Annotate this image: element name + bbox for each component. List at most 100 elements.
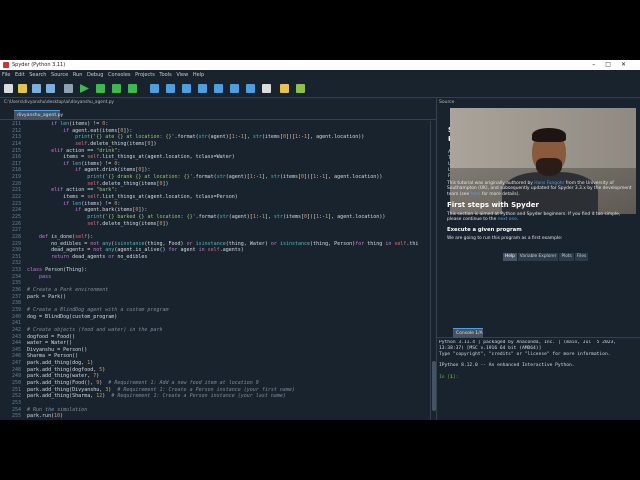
menu-tools[interactable]: Tools — [159, 72, 171, 78]
save-all-icon[interactable] — [46, 84, 55, 93]
code-lines[interactable]: if len(items) != 0: if agent.eat(items[0… — [27, 121, 427, 420]
stop-debug-icon[interactable] — [230, 84, 239, 93]
code-line[interactable]: park.add_thing(dog, 1) — [27, 360, 427, 367]
code-line[interactable]: dead_agents = not any(agent.is_alive() f… — [27, 247, 427, 254]
link-here[interactable]: here — [471, 192, 481, 197]
code-line[interactable]: elif action == "bark": — [27, 187, 427, 194]
code-line[interactable]: park.add_thing(Food(), 9) # Requirement … — [27, 380, 427, 387]
tab-divyanshu-agent[interactable]: divyanshu_agent.py — [14, 110, 63, 120]
line-number: 239 — [11, 306, 21, 313]
code-line[interactable]: park.run(10) — [27, 413, 427, 420]
code-line[interactable]: class Person(Thing): — [27, 267, 427, 274]
code-line[interactable]: print('{} drank {} at location: {}'.form… — [27, 174, 427, 181]
continue-icon[interactable] — [214, 84, 223, 93]
run-cell-advance-icon[interactable] — [112, 84, 121, 93]
code-line[interactable]: print('{} barked {} at location: {}'.for… — [27, 214, 427, 221]
menu-consoles[interactable]: Consoles — [108, 72, 130, 78]
code-line[interactable]: items = self.list_things_at(agent.locati… — [27, 154, 427, 161]
menu-file[interactable]: File — [2, 72, 10, 78]
code-line[interactable]: if agent.drink(items[0]): — [27, 167, 427, 174]
code-line[interactable]: if len(items) != 0: — [27, 121, 427, 128]
help-para-run: We are going to run this program as a fi… — [447, 236, 563, 242]
code-line[interactable]: if len(items) != 0: — [27, 161, 427, 168]
save-icon[interactable] — [32, 84, 41, 93]
ipython-console[interactable]: Python 3.11.4 | packaged by Anaconda, In… — [439, 340, 637, 420]
code-line[interactable]: self.delete_thing(items[0]) — [27, 141, 427, 148]
code-line[interactable]: dog = BlindDog(custom_program) — [27, 314, 427, 321]
code-line[interactable] — [27, 300, 427, 307]
code-line[interactable]: if len(items) != 0: — [27, 201, 427, 208]
tab-variable-explorer[interactable]: Variable Explorer — [517, 253, 559, 261]
preferences-wrench-icon[interactable] — [262, 84, 271, 93]
step-return-icon[interactable] — [198, 84, 207, 93]
console-output: Python 3.11.4 | packaged by Anaconda, In… — [439, 340, 637, 375]
run-icon[interactable] — [80, 84, 89, 93]
line-number-gutter: 211 212 213 214 215 216 217 218 219 220 221 222 223 2… — [0, 121, 24, 420]
code-line[interactable]: # Create objects (food and water) in the… — [27, 327, 427, 334]
code-line[interactable] — [27, 320, 427, 327]
code-line[interactable]: if agent.bark(items[0]): — [27, 207, 427, 214]
run-cell-icon[interactable] — [96, 84, 105, 93]
line-number: 241 — [11, 320, 21, 327]
code-line[interactable]: # Run the simulation — [27, 407, 427, 414]
code-line[interactable]: no_edibles = not any(isinstance(thing, F… — [27, 241, 427, 248]
menu-debug[interactable]: Debug — [87, 72, 103, 78]
code-line[interactable] — [27, 400, 427, 407]
code-line[interactable]: return dead_agents or no_edibles — [27, 254, 427, 261]
code-line[interactable]: park.add_thing(water, 7) — [27, 373, 427, 380]
line-number: 249 — [11, 373, 21, 380]
menu-source[interactable]: Source — [51, 72, 68, 78]
code-line[interactable]: # Create a BlindDog agent with a custom … — [27, 307, 427, 314]
code-line[interactable]: elif action == "drink": — [27, 148, 427, 155]
tab-plots[interactable]: Plots — [559, 253, 574, 261]
maximize-pane-icon[interactable] — [246, 84, 255, 93]
menu-search[interactable]: Search — [29, 72, 46, 78]
code-line[interactable]: def is_done(self): — [27, 234, 427, 241]
preferences-icon[interactable] — [64, 84, 73, 93]
code-line[interactable]: water = Water() — [27, 340, 427, 347]
link-next-one[interactable]: next one — [498, 217, 517, 222]
line-number: 211 — [11, 121, 21, 127]
menu-edit[interactable]: Edit — [15, 72, 25, 78]
code-line[interactable] — [27, 227, 427, 234]
working-path[interactable]: C:\Users\divyanshu\desktop\ai\divyanshu_… — [0, 98, 436, 108]
debug-icon[interactable] — [150, 84, 159, 93]
code-line[interactable]: park.add_thing(dogfood, 5) — [27, 367, 427, 374]
code-line[interactable]: # Create a Park environment — [27, 287, 427, 294]
code-line[interactable]: dogfood = Food() — [27, 334, 427, 341]
step-icon[interactable] — [166, 84, 175, 93]
line-number: 217 — [11, 160, 21, 167]
line-number: 236 — [11, 287, 21, 294]
menu-view[interactable]: View — [176, 72, 188, 78]
tab-console-1a[interactable]: Console 1/A — [453, 328, 483, 338]
code-editor[interactable]: 211 212 213 214 215 216 217 218 219 220 221 222 223 2… — [0, 121, 430, 420]
menu-help[interactable]: Help — [193, 72, 204, 78]
code-line[interactable]: if agent.eat(items[0]): — [27, 128, 427, 135]
menu-projects[interactable]: Projects — [135, 72, 155, 78]
tab-help[interactable]: Help — [503, 253, 517, 261]
code-line[interactable] — [27, 280, 427, 287]
code-line[interactable]: print('{} ate {} at location: {}'.format… — [27, 134, 427, 141]
code-line[interactable]: Divyanshu = Person() — [27, 347, 427, 354]
line-number: 215 — [11, 147, 21, 154]
console-prompt[interactable]: In [1]: — [439, 375, 637, 381]
help-para-authors: This tutorial was originally authored by… — [447, 181, 632, 197]
open-file-icon[interactable] — [18, 84, 27, 93]
code-line[interactable]: park = Park() — [27, 294, 427, 301]
code-line[interactable]: pass — [27, 274, 427, 281]
code-line[interactable]: items = self.list_things_at(agent.locati… — [27, 194, 427, 201]
python-path-icon[interactable] — [280, 84, 289, 93]
tab-files[interactable]: Files — [574, 253, 589, 261]
code-line[interactable]: park.add_thing(Sharma, 12) # Requirement… — [27, 393, 427, 400]
code-line[interactable] — [27, 260, 427, 267]
menu-run[interactable]: Run — [73, 72, 83, 78]
pythonpath-manager-icon[interactable] — [296, 84, 305, 93]
code-line[interactable]: self.delete_thing(items[0]) — [27, 181, 427, 188]
code-line[interactable]: self.delete_thing(items[0]) — [27, 221, 427, 228]
new-file-icon[interactable] — [4, 84, 13, 93]
code-line[interactable]: Sharma = Person() — [27, 353, 427, 360]
code-line[interactable]: park.add_thing(Divyanshu, 3) # Requireme… — [27, 387, 427, 394]
window-controls[interactable]: –□✕ — [592, 60, 636, 70]
step-into-icon[interactable] — [182, 84, 191, 93]
run-selection-icon[interactable] — [128, 84, 137, 93]
